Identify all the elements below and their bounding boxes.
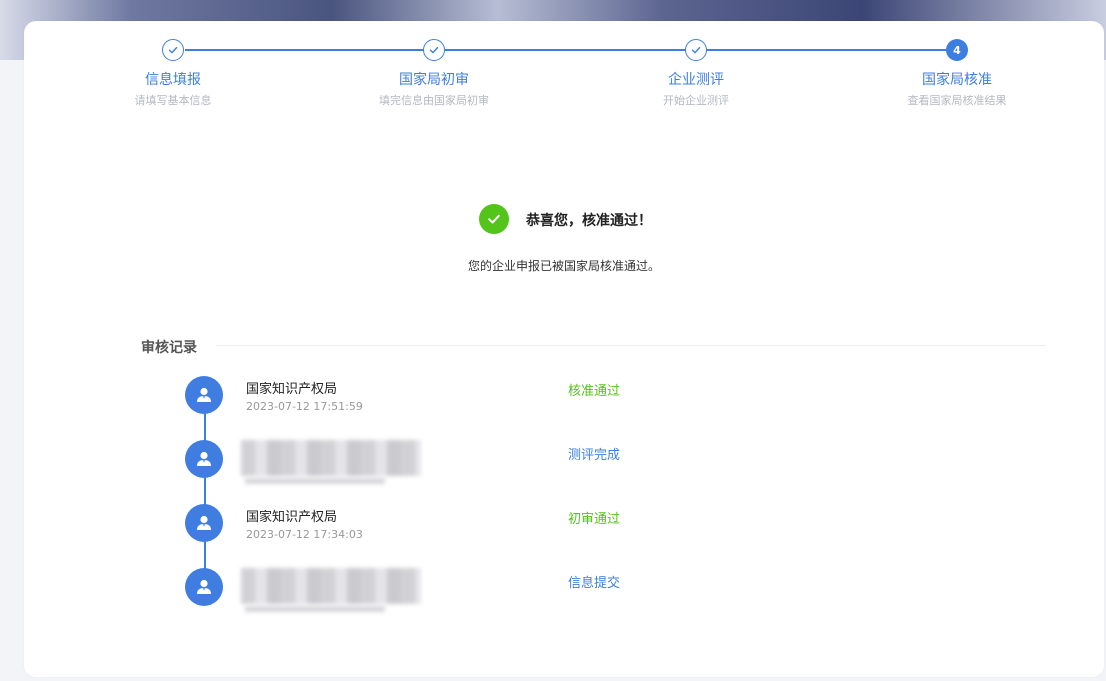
- user-avatar-icon: [185, 376, 223, 414]
- record-item: 测评完成: [185, 440, 985, 484]
- step-4-desc: 查看国家局核准结果: [907, 94, 1007, 107]
- result-title: 恭喜您，核准通过！: [526, 213, 652, 229]
- main-card: 信息填报 请填写基本信息 国家局初审 填完信息由国家局初审 企业测评 开始企业测…: [24, 21, 1104, 677]
- record-item: 国家知识产权局 2023-07-12 17:51:59 核准通过: [185, 376, 985, 416]
- redacted-content: [245, 606, 385, 612]
- record-item: 国家知识产权局 2023-07-12 17:34:03 初审通过: [185, 504, 985, 544]
- record-status: 信息提交: [568, 576, 621, 591]
- redacted-content: [245, 478, 385, 484]
- step-2-title: 国家局初审: [399, 72, 469, 88]
- progress-steps: 信息填报 请填写基本信息 国家局初审 填完信息由国家局初审 企业测评 开始企业测…: [24, 21, 1104, 131]
- records-section-title: 审核记录: [141, 340, 197, 356]
- step-connector: [707, 49, 955, 51]
- record-time: 2023-07-12 17:51:59: [246, 400, 363, 413]
- redacted-content: [241, 440, 421, 476]
- step-3-title: 企业测评: [668, 72, 724, 88]
- step-1-check-icon: [162, 39, 184, 61]
- redacted-content: [241, 568, 421, 604]
- records-divider: [216, 345, 1046, 346]
- step-connector: [185, 49, 433, 51]
- record-org: 国家知识产权局: [246, 510, 338, 525]
- step-2-desc: 填完信息由国家局初审: [379, 94, 489, 107]
- user-avatar-icon: [185, 440, 223, 478]
- user-avatar-icon: [185, 568, 223, 606]
- step-3-check-icon: [685, 39, 707, 61]
- step-4-title: 国家局核准: [922, 72, 992, 88]
- step-1-desc: 请填写基本信息: [134, 94, 212, 107]
- step-3-desc: 开始企业测评: [663, 94, 729, 107]
- step-4-number-badge: 4: [946, 39, 968, 61]
- record-org: 国家知识产权局: [246, 382, 338, 397]
- record-status: 测评完成: [568, 448, 621, 463]
- step-2-check-icon: [423, 39, 445, 61]
- step-connector: [445, 49, 695, 51]
- record-time: 2023-07-12 17:34:03: [246, 528, 363, 541]
- timeline-line: [204, 401, 206, 581]
- record-status: 核准通过: [568, 384, 621, 399]
- record-status: 初审通过: [568, 512, 621, 527]
- user-avatar-icon: [185, 504, 223, 542]
- result-subtitle: 您的企业申报已被国家局核准通过。: [467, 259, 660, 273]
- success-check-icon: [479, 204, 509, 234]
- record-item: 信息提交: [185, 568, 985, 612]
- step-1-title: 信息填报: [145, 72, 201, 88]
